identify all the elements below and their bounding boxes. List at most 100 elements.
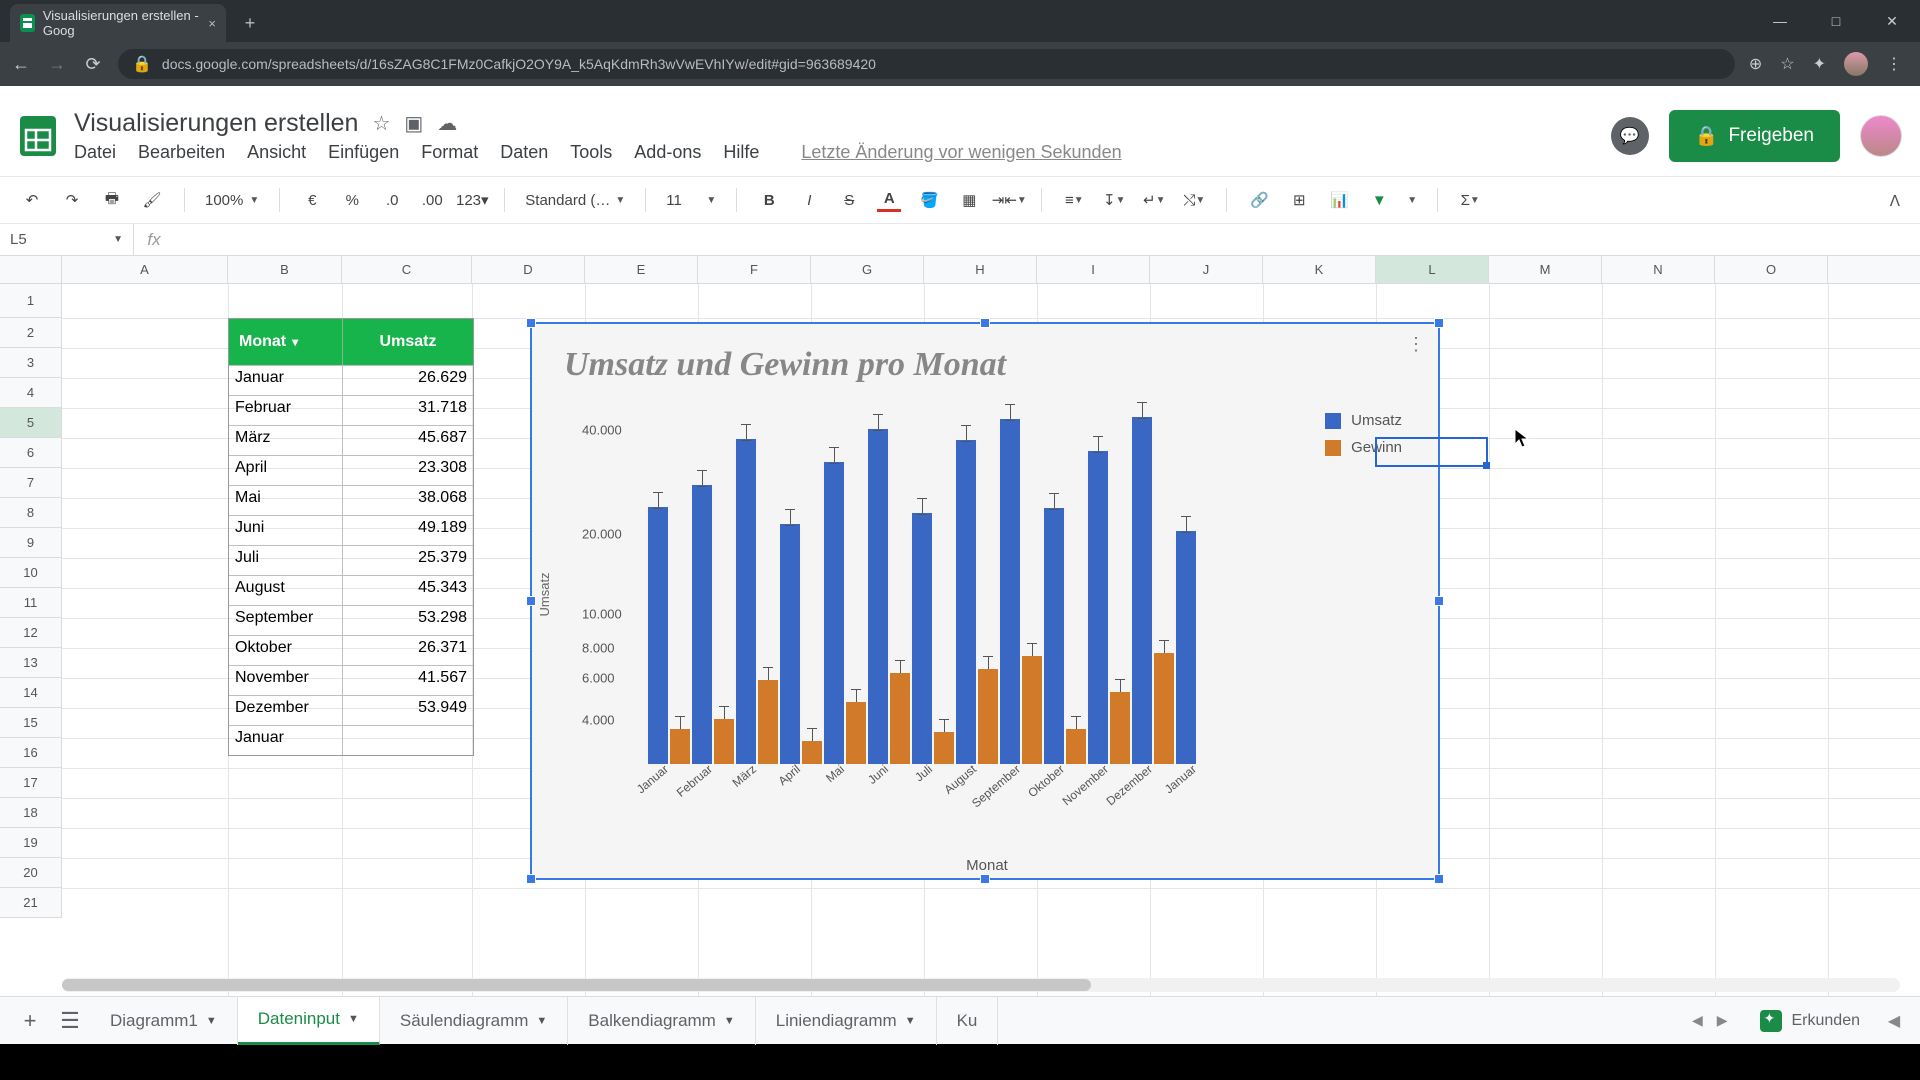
column-header[interactable]: J	[1150, 256, 1263, 283]
menu-daten[interactable]: Daten	[500, 142, 548, 163]
table-cell[interactable]: Mai	[229, 485, 343, 515]
table-cell[interactable]: Juli	[229, 545, 343, 575]
comments-button[interactable]: 💬	[1611, 117, 1649, 155]
column-header[interactable]: I	[1037, 256, 1150, 283]
menu-einfügen[interactable]: Einfügen	[328, 142, 399, 163]
row-header[interactable]: 8	[0, 498, 61, 528]
new-tab-button[interactable]: +	[236, 9, 264, 37]
last-edit-link[interactable]: Letzte Änderung vor wenigen Sekunden	[801, 142, 1121, 163]
valign-button[interactable]: ↧▼	[1102, 188, 1126, 212]
add-sheet-button[interactable]: +	[10, 1001, 50, 1041]
bold-button[interactable]: B	[757, 188, 781, 212]
collapse-toolbar-button[interactable]: ᐱ	[1890, 177, 1900, 225]
row-header[interactable]: 5	[0, 408, 61, 438]
sheets-logo-icon[interactable]	[12, 100, 64, 172]
halign-button[interactable]: ≡▼	[1062, 188, 1086, 212]
table-cell[interactable]: Januar	[229, 725, 343, 755]
sheet-tab[interactable]: Liniendiagramm▼	[756, 997, 937, 1045]
side-panel-toggle[interactable]: ◀	[1878, 1011, 1910, 1031]
column-header[interactable]: A	[62, 256, 228, 283]
reload-button[interactable]: ⟳	[82, 54, 104, 75]
insert-chart-button[interactable]: 📊	[1327, 188, 1351, 212]
close-tab-icon[interactable]: ×	[208, 16, 216, 31]
sheet-tab[interactable]: Säulendiagramm▼	[380, 997, 568, 1045]
row-header[interactable]: 1	[0, 284, 61, 318]
selected-cell[interactable]	[1375, 437, 1488, 467]
resize-handle[interactable]	[1434, 318, 1444, 328]
table-cell[interactable]: 53.298	[343, 605, 473, 635]
table-cell[interactable]: Februar	[229, 395, 343, 425]
spreadsheet-grid[interactable]: ABCDEFGHIJKLMNO 123456789101112131415161…	[0, 256, 1920, 996]
window-maximize-button[interactable]: □	[1808, 0, 1864, 42]
resize-handle[interactable]	[526, 318, 536, 328]
sheet-tab[interactable]: Ku	[937, 997, 999, 1045]
menu-hilfe[interactable]: Hilfe	[723, 142, 759, 163]
extensions-icon[interactable]: ✦	[1813, 54, 1826, 74]
share-button[interactable]: 🔒 Freigeben	[1669, 110, 1840, 162]
column-header[interactable]: H	[924, 256, 1037, 283]
table-cell[interactable]: Oktober	[229, 635, 343, 665]
row-header[interactable]: 16	[0, 738, 61, 768]
row-header[interactable]: 19	[0, 828, 61, 858]
row-header[interactable]: 9	[0, 528, 61, 558]
move-icon[interactable]: ▣	[404, 111, 423, 136]
table-cell[interactable]: November	[229, 665, 343, 695]
fill-color-button[interactable]: 🪣	[917, 188, 941, 212]
row-header[interactable]: 11	[0, 588, 61, 618]
table-cell[interactable]: Juni	[229, 515, 343, 545]
document-title[interactable]: Visualisierungen erstellen	[74, 109, 358, 138]
percent-button[interactable]: %	[340, 188, 364, 212]
column-header[interactable]: M	[1489, 256, 1602, 283]
column-header[interactable]: L	[1376, 256, 1489, 283]
menu-datei[interactable]: Datei	[74, 142, 116, 163]
column-header[interactable]: G	[811, 256, 924, 283]
menu-ansicht[interactable]: Ansicht	[247, 142, 306, 163]
browser-tab-active[interactable]: Visualisierungen erstellen - Goog ×	[10, 4, 226, 42]
resize-handle[interactable]	[980, 318, 990, 328]
all-sheets-button[interactable]: ☰	[50, 1001, 90, 1041]
borders-button[interactable]: ▦	[957, 188, 981, 212]
font-select[interactable]: Standard (…▼	[525, 192, 625, 209]
text-color-button[interactable]: A	[877, 188, 901, 212]
increase-decimal-button[interactable]: .00	[420, 188, 444, 212]
row-header[interactable]: 6	[0, 438, 61, 468]
cloud-status-icon[interactable]: ☁	[437, 111, 457, 136]
table-header-umsatz[interactable]: Umsatz	[343, 319, 473, 365]
strikethrough-button[interactable]: S	[837, 188, 861, 212]
table-cell[interactable]: 23.308	[343, 455, 473, 485]
table-cell[interactable]	[343, 725, 473, 755]
url-input[interactable]: 🔒 docs.google.com/spreadsheets/d/16sZAG8…	[118, 49, 1735, 79]
table-cell[interactable]: Dezember	[229, 695, 343, 725]
table-cell[interactable]: 31.718	[343, 395, 473, 425]
decrease-decimal-button[interactable]: .0	[380, 188, 404, 212]
table-cell[interactable]: 26.629	[343, 365, 473, 395]
zoom-icon[interactable]: ⊕	[1749, 54, 1762, 74]
bookmark-icon[interactable]: ☆	[1780, 54, 1794, 74]
table-cell[interactable]: 45.343	[343, 575, 473, 605]
table-cell[interactable]: 53.949	[343, 695, 473, 725]
resize-handle[interactable]	[980, 874, 990, 884]
horizontal-scrollbar[interactable]	[62, 978, 1900, 992]
account-avatar[interactable]	[1860, 115, 1902, 157]
row-header[interactable]: 12	[0, 618, 61, 648]
name-box[interactable]: L5▼	[0, 224, 134, 255]
redo-button[interactable]: ↷	[60, 188, 84, 212]
row-header[interactable]: 20	[0, 858, 61, 888]
row-header[interactable]: 2	[0, 318, 61, 348]
sheet-tab[interactable]: Balkendiagramm▼	[568, 997, 755, 1045]
row-header[interactable]: 4	[0, 378, 61, 408]
resize-handle[interactable]	[1434, 874, 1444, 884]
row-header[interactable]: 18	[0, 798, 61, 828]
table-cell[interactable]: 45.687	[343, 425, 473, 455]
row-header[interactable]: 14	[0, 678, 61, 708]
table-cell[interactable]: September	[229, 605, 343, 635]
rotate-button[interactable]: ⤭▼	[1182, 188, 1206, 212]
sheet-tab[interactable]: Diagramm1▼	[90, 997, 238, 1045]
fill-handle[interactable]	[1483, 462, 1490, 469]
table-cell[interactable]: Januar	[229, 365, 343, 395]
column-header[interactable]: F	[698, 256, 811, 283]
resize-handle[interactable]	[1434, 596, 1444, 606]
row-header[interactable]: 7	[0, 468, 61, 498]
link-button[interactable]: 🔗	[1247, 188, 1271, 212]
column-header[interactable]: O	[1715, 256, 1828, 283]
